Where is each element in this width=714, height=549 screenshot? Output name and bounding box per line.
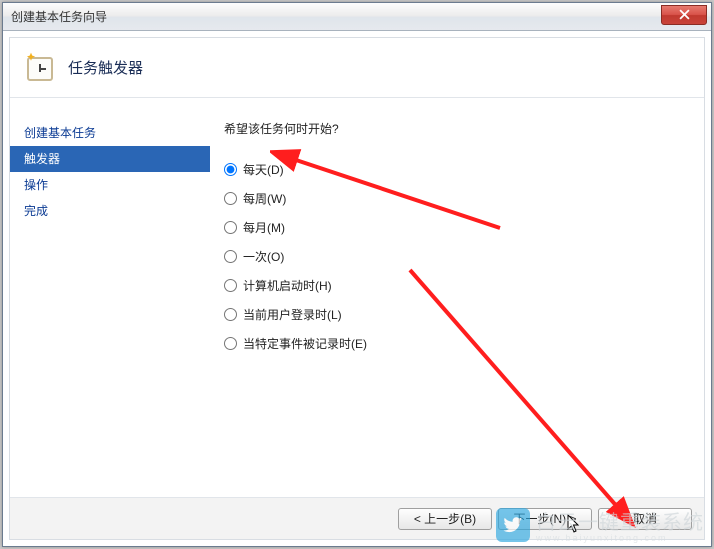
close-button[interactable]: [661, 5, 707, 25]
step-action[interactable]: 操作: [10, 172, 210, 198]
option-label: 每天(D): [243, 161, 284, 178]
trigger-prompt: 希望该任务何时开始?: [224, 120, 704, 137]
wizard-footer: < 上一步(B) 下一步(N) > 取消: [10, 497, 704, 539]
cancel-button[interactable]: 取消: [598, 508, 692, 530]
task-scheduler-icon: [24, 52, 56, 84]
step-create-basic-task[interactable]: 创建基本任务: [10, 120, 210, 146]
window-title: 创建基本任务向导: [11, 8, 107, 25]
titlebar: 创建基本任务向导: [3, 3, 711, 31]
wizard-content: 希望该任务何时开始? 每天(D) 每周(W) 每月(M): [210, 98, 704, 497]
option-label: 每周(W): [243, 190, 286, 207]
page-title: 任务触发器: [68, 57, 143, 78]
option-event[interactable]: 当特定事件被记录时(E): [224, 329, 704, 358]
step-finish[interactable]: 完成: [10, 198, 210, 224]
radio-logon[interactable]: [224, 308, 237, 321]
option-weekly[interactable]: 每周(W): [224, 184, 704, 213]
option-logon[interactable]: 当前用户登录时(L): [224, 300, 704, 329]
back-button[interactable]: < 上一步(B): [398, 508, 492, 530]
step-trigger[interactable]: 触发器: [10, 146, 210, 172]
wizard-window: 创建基本任务向导 任务触发器 创建基本任务 触发器 操作 完成: [2, 2, 712, 547]
next-button[interactable]: 下一步(N) >: [498, 508, 592, 530]
radio-event[interactable]: [224, 337, 237, 350]
wizard-body: 创建基本任务 触发器 操作 完成 希望该任务何时开始? 每天(D) 每周(W): [10, 98, 704, 497]
option-label: 当前用户登录时(L): [243, 306, 342, 323]
option-once[interactable]: 一次(O): [224, 242, 704, 271]
option-daily[interactable]: 每天(D): [224, 155, 704, 184]
radio-monthly[interactable]: [224, 221, 237, 234]
radio-startup[interactable]: [224, 279, 237, 292]
radio-once[interactable]: [224, 250, 237, 263]
trigger-options: 每天(D) 每周(W) 每月(M) 一次(O): [224, 155, 704, 358]
option-label: 计算机启动时(H): [243, 277, 332, 294]
option-label: 一次(O): [243, 248, 284, 265]
option-monthly[interactable]: 每月(M): [224, 213, 704, 242]
radio-weekly[interactable]: [224, 192, 237, 205]
option-label: 每月(M): [243, 219, 285, 236]
wizard-steps: 创建基本任务 触发器 操作 完成: [10, 98, 210, 497]
radio-daily[interactable]: [224, 163, 237, 176]
close-icon: [679, 9, 690, 20]
wizard-panel: 任务触发器 创建基本任务 触发器 操作 完成 希望该任务何时开始? 每天(D): [9, 37, 705, 540]
wizard-header: 任务触发器: [10, 38, 704, 98]
option-label: 当特定事件被记录时(E): [243, 335, 367, 352]
option-startup[interactable]: 计算机启动时(H): [224, 271, 704, 300]
